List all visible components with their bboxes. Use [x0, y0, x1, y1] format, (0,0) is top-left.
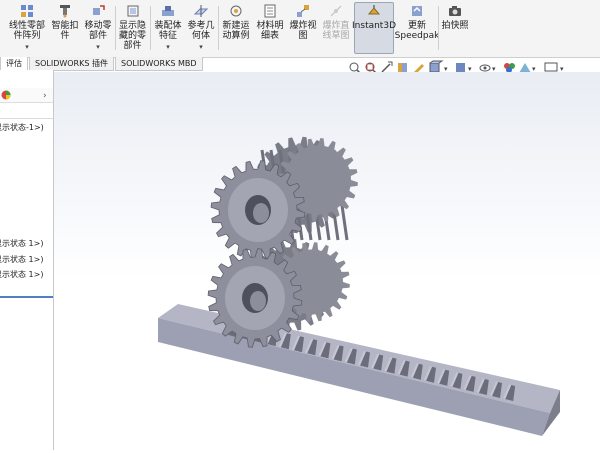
view-orientation-icon	[429, 60, 444, 73]
show-hidden-icon	[125, 3, 141, 19]
linear-pattern-icon	[19, 3, 35, 19]
feature-manager-panel: › 显示状态-1>) 显示状态 1>) 显示状态 1>) 显示状态 1>)	[0, 70, 54, 450]
new-motion-study-label: 新建运 动算例	[222, 21, 250, 41]
reference-geometry-button[interactable]: 参考几 何体 ▾	[186, 3, 216, 53]
hide-show-items-icon	[479, 64, 491, 72]
panel-filter-bar[interactable]	[0, 106, 53, 119]
tree-item[interactable]: 显示状态 1>)	[0, 254, 43, 265]
instant3d-button[interactable]: Instant3D	[352, 2, 396, 54]
dropdown-arrow-icon[interactable]: ▾	[25, 42, 29, 52]
instant3d-icon	[366, 3, 382, 19]
reference-geometry-icon	[193, 3, 209, 19]
exploded-view-icon	[295, 3, 311, 19]
ribbon-separator	[115, 6, 116, 50]
tab-solidworks-mbd[interactable]: SOLIDWORKS MBD	[114, 57, 203, 71]
panel-expand-arrow-icon: ›	[43, 91, 47, 101]
bom-label: 材料明 细表	[256, 21, 284, 41]
smart-fastener-icon	[57, 3, 73, 19]
exploded-view-label: 爆炸视 图	[289, 21, 317, 41]
previous-view-icon	[381, 61, 393, 73]
speedpak-icon	[409, 3, 425, 19]
explode-line-sketch-label: 爆炸直 线草图	[322, 21, 350, 41]
assembly-feature-icon	[160, 3, 176, 19]
assembly-feature-label: 装配体 特征	[154, 21, 182, 41]
reference-geometry-label: 参考几 何体	[187, 21, 215, 41]
update-speedpak-label: 更新 Speedpak	[394, 21, 440, 41]
bill-of-materials-button[interactable]: 材料明 细表	[255, 3, 285, 53]
lower-gear-bore-shade	[250, 291, 266, 311]
assembly-model	[158, 136, 560, 436]
graphics-viewport[interactable]	[54, 72, 600, 450]
new-motion-study-button[interactable]: 新建运 动算例	[220, 3, 252, 53]
show-hidden-label: 显示隐 藏的零 部件	[118, 21, 146, 51]
tab-solidworks-addins[interactable]: SOLIDWORKS 插件	[29, 57, 114, 71]
snapshot-label: 拍快照	[441, 21, 469, 31]
ribbon-separator	[150, 6, 151, 50]
section-view-icon	[398, 63, 407, 72]
linear-pattern-button[interactable]: 线性零部 件阵列 ▾	[8, 3, 46, 53]
dropdown-arrow-icon[interactable]: ▾	[96, 42, 100, 52]
move-component-button[interactable]: 移动零 部件 ▾	[83, 3, 113, 53]
linear-pattern-label: 线性零部 件阵列	[8, 21, 45, 41]
smart-fastener-button[interactable]: 智能扣 件	[50, 3, 80, 53]
instant3d-label: Instant3D	[352, 21, 396, 31]
assembly-feature-button[interactable]: 装配体 特征 ▾	[152, 3, 184, 53]
explode-line-sketch-icon	[328, 3, 344, 19]
move-component-icon	[90, 3, 106, 19]
motion-study-icon	[228, 3, 244, 19]
snapshot-icon	[447, 3, 463, 19]
display-style-icon	[456, 63, 465, 72]
tree-item[interactable]: 显示状态-1>)	[0, 122, 44, 133]
dropdown-arrow-icon[interactable]: ▾	[166, 42, 170, 52]
tree-item[interactable]: 显示状态 1>)	[0, 238, 43, 249]
upper-gear-bore-shade	[253, 203, 269, 223]
ribbon-separator	[438, 6, 439, 50]
smart-fastener-label: 智能扣 件	[51, 21, 79, 41]
exploded-view-button[interactable]: 爆炸视 图	[288, 3, 318, 53]
dropdown-arrow-icon[interactable]: ▾	[199, 42, 203, 52]
ribbon-separator	[218, 6, 219, 50]
show-hidden-components-button[interactable]: 显示隐 藏的零 部件	[117, 3, 148, 53]
explode-line-sketch-button[interactable]: 爆炸直 线草图	[320, 3, 352, 53]
panel-splitter[interactable]	[0, 296, 53, 298]
tab-evaluate[interactable]: 评估	[0, 57, 28, 71]
update-speedpak-button[interactable]: 更新 Speedpak	[394, 3, 440, 53]
move-component-label: 移动零 部件	[84, 21, 112, 41]
bom-icon	[262, 3, 278, 19]
panel-tab-strip: ›	[0, 88, 53, 103]
snapshot-button[interactable]: 拍快照	[440, 3, 470, 53]
display-manager-icon	[1, 90, 11, 100]
tree-item[interactable]: 显示状态 1>)	[0, 269, 43, 280]
command-manager-ribbon: 线性零部 件阵列 ▾ 智能扣 件 移动零 部件 ▾ 显示隐 藏的零 部件 装配体…	[0, 0, 600, 58]
command-manager-tabs: 评估 SOLIDWORKS 插件 SOLIDWORKS MBD	[0, 57, 204, 71]
